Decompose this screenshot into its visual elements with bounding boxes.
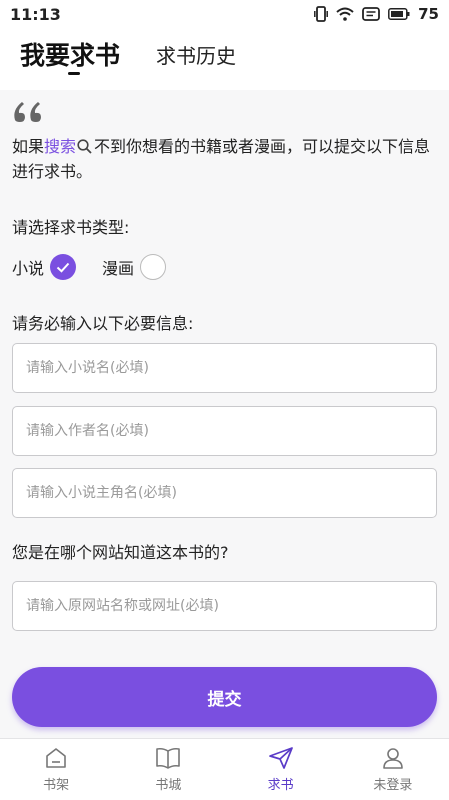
unchecked-icon[interactable] [140, 254, 167, 280]
source-site-input[interactable] [26, 598, 423, 614]
nav-account-label: 未登录 [373, 778, 413, 793]
tab-request-history[interactable]: 求书历史 [156, 40, 236, 69]
info-label: 请务必输入以下必要信息: [12, 314, 194, 333]
author-name-input[interactable] [26, 423, 423, 439]
type-label: 请选择求书类型: [12, 218, 130, 237]
bottom-nav: 书架 书城 求书 未登录 [0, 738, 449, 800]
radio-comic-label: 漫画 [102, 259, 135, 278]
nav-request-label: 求书 [267, 778, 294, 793]
search-icon [77, 139, 92, 154]
source-label: 您是在哪个网站知道这本书的? [12, 543, 229, 562]
tab-indicator [68, 72, 80, 75]
intro-prefix: 如果 [12, 137, 45, 156]
vibrate-icon [314, 6, 329, 22]
tab-request-book[interactable]: 我要求书 [20, 36, 120, 72]
protagonist-name-field[interactable] [12, 468, 437, 518]
nav-bookstore-label: 书城 [155, 778, 182, 793]
author-name-field[interactable] [12, 406, 437, 456]
status-bar: 11:13 75 [0, 0, 449, 28]
nav-bookshelf-label: 书架 [43, 778, 70, 793]
radio-comic[interactable]: 漫画 [102, 254, 167, 280]
quote-icon [14, 102, 41, 122]
send-icon [268, 747, 293, 769]
type-radio-group: 小说 漫画 [12, 254, 192, 280]
protagonist-name-input[interactable] [26, 485, 423, 501]
status-time: 11:13 [10, 4, 61, 24]
nav-request[interactable]: 求书 [225, 739, 337, 800]
novel-name-field[interactable] [12, 343, 437, 393]
chat-icon [362, 7, 381, 21]
user-icon [383, 748, 403, 769]
wifi-icon [336, 7, 354, 21]
status-icons: 75 [314, 5, 439, 23]
radio-novel[interactable]: 小说 [12, 254, 77, 280]
novel-name-input[interactable] [26, 360, 423, 376]
top-tabs: 我要求书 求书历史 [0, 28, 449, 90]
nav-bookshelf[interactable]: 书架 [0, 739, 112, 800]
nav-bookstore[interactable]: 书城 [112, 739, 224, 800]
radio-novel-label: 小说 [12, 259, 45, 278]
submit-button[interactable]: 提交 [12, 667, 437, 727]
source-site-field[interactable] [12, 581, 437, 631]
checked-icon[interactable] [50, 254, 77, 280]
intro-text: 如果搜索 不到你想看的书籍或者漫画，可以提交以下信息进行求书。 [12, 134, 440, 184]
battery-level: 75 [418, 5, 439, 23]
search-link[interactable]: 搜索 [44, 137, 76, 156]
battery-icon [388, 8, 410, 20]
nav-account[interactable]: 未登录 [337, 739, 449, 800]
home-icon [46, 748, 66, 768]
book-icon [156, 747, 181, 769]
